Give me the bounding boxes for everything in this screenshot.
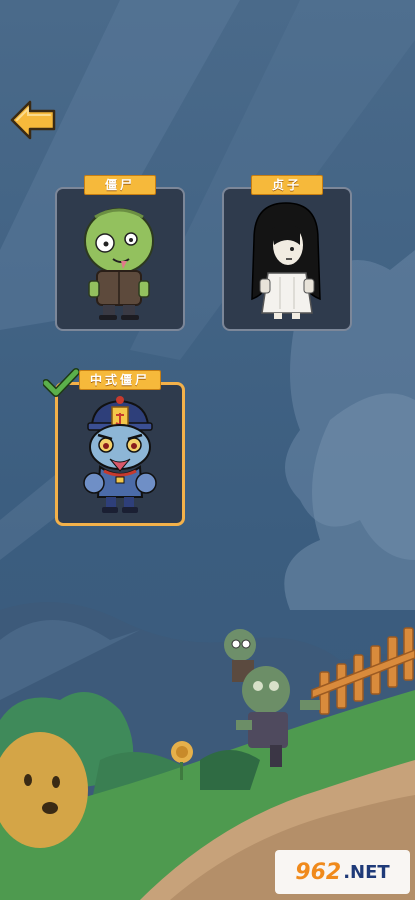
character-card-zombie[interactable]: 僵尸 (55, 175, 185, 340)
character-label: 贞子 (251, 175, 323, 195)
checkmark-icon (43, 368, 79, 397)
character-card-jiangshi[interactable]: 中式僵尸 (43, 368, 185, 540)
character-card-sadako[interactable]: 贞子 (222, 175, 352, 340)
back-arrow-icon (10, 100, 56, 140)
character-frame-selected[interactable] (55, 382, 185, 526)
jiangshi-portrait (83, 396, 157, 513)
watermark-suffix: .NET (343, 861, 390, 883)
sadako-portrait (251, 202, 321, 319)
back-button[interactable] (8, 96, 58, 146)
character-label: 僵尸 (84, 175, 156, 195)
site-watermark: 962 .NET (275, 850, 410, 894)
character-frame[interactable] (222, 187, 352, 331)
watermark-number: 962 (295, 859, 342, 885)
character-label: 中式僵尸 (78, 370, 162, 390)
character-frame[interactable] (55, 187, 185, 331)
zombie-portrait (84, 208, 154, 320)
